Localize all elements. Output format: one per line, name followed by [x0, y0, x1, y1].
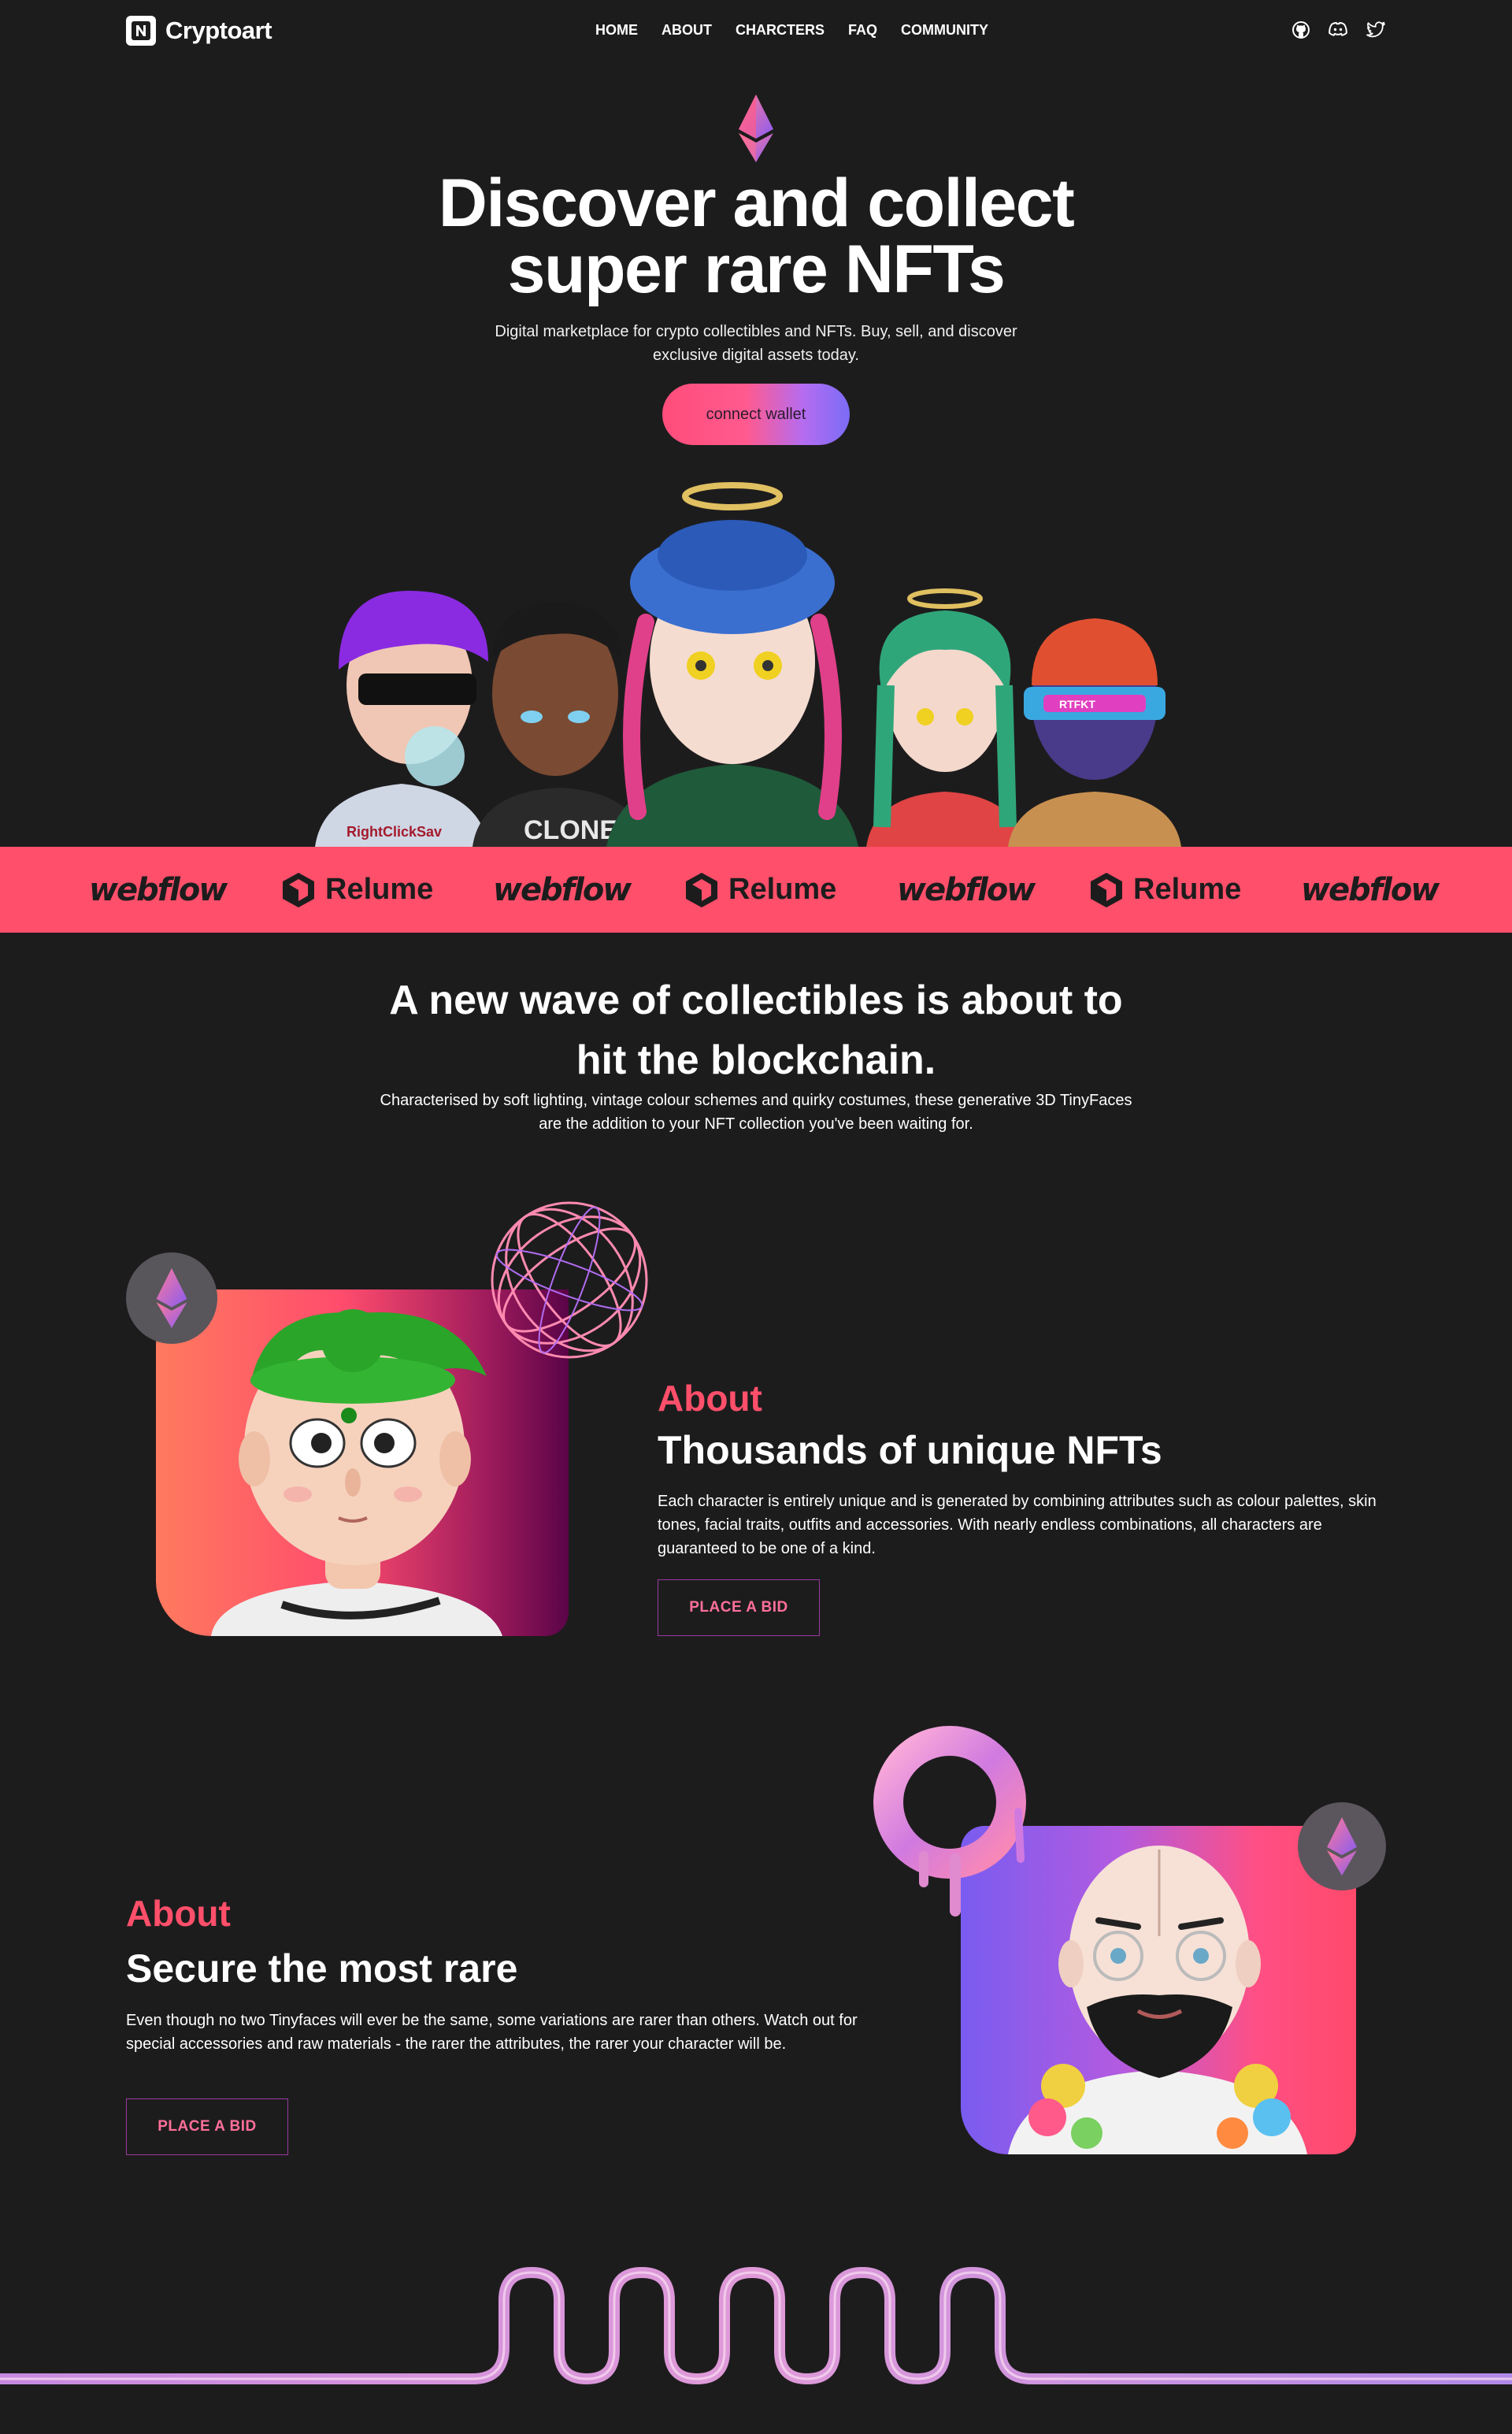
- webflow-logo: webflow: [493, 871, 632, 908]
- wireframe-sphere-decoration: [488, 1199, 650, 1365]
- section-title-line2: hit the blockchain.: [576, 1037, 936, 1083]
- feature1-title: Thousands of unique NFTs: [658, 1428, 1162, 1472]
- section-title: A new wave of collectibles is about to h…: [0, 970, 1512, 1090]
- character-visor-helmet: RTFKT: [1008, 618, 1181, 847]
- character-purple-hair: RightClickSav: [315, 591, 488, 847]
- character-green-hair: [866, 588, 1024, 847]
- feature1-kicker: About: [658, 1378, 762, 1419]
- hero-characters-image: RightClickSav CLONE RTFKT: [307, 480, 1213, 847]
- relume-text: Relume: [1133, 873, 1242, 906]
- relume-logo: Relume: [684, 847, 836, 933]
- cube-icon: [283, 872, 314, 907]
- section-title-line1: A new wave of collectibles is about to: [389, 978, 1123, 1023]
- character-blue-hat: [606, 482, 858, 847]
- webflow-logo: webflow: [89, 871, 228, 908]
- ethereum-icon: [1298, 1802, 1386, 1890]
- partner-logos-band: webflow Relume webflow Relume webflow Re…: [0, 847, 1512, 933]
- nav-link-community[interactable]: COMMUNITY: [901, 22, 988, 39]
- hero-title-line2: super rare NFTs: [507, 232, 1006, 307]
- squiggle-tube-decoration: [0, 2261, 1512, 2406]
- brand-logo[interactable]: Cryptoart: [126, 16, 272, 46]
- section-subtitle: Characterised by soft lighting, vintage …: [380, 1092, 1132, 1133]
- github-icon[interactable]: [1292, 20, 1310, 39]
- hero-title-line1: Discover and collect: [438, 165, 1075, 241]
- place-bid-button[interactable]: PLACE A BID: [658, 1579, 820, 1636]
- feature2-kicker: About: [126, 1893, 231, 1934]
- connect-wallet-button[interactable]: connect wallet: [662, 384, 850, 445]
- svg-text:CLONE: CLONE: [524, 815, 617, 845]
- place-bid-button[interactable]: PLACE A BID: [126, 2098, 288, 2155]
- nav-links: HOME ABOUT CHARCTERS FAQ COMMUNITY: [595, 22, 988, 39]
- twitter-icon[interactable]: [1366, 20, 1386, 39]
- top-nav: Cryptoart HOME ABOUT CHARCTERS FAQ COMMU…: [0, 0, 1512, 63]
- logo-mark-icon: [126, 16, 156, 46]
- nav-link-about[interactable]: ABOUT: [662, 22, 712, 39]
- ethereum-icon: [739, 95, 773, 166]
- social-icons: [1292, 20, 1386, 39]
- webflow-logo: webflow: [897, 871, 1036, 908]
- hero-title: Discover and collect super rare NFTs: [0, 169, 1512, 303]
- dripping-donut-decoration: [873, 1725, 1030, 1934]
- webflow-logo: webflow: [1301, 871, 1440, 908]
- feature2-body: Even though no two Tinyfaces will ever b…: [126, 2012, 858, 2053]
- relume-logo: Relume: [281, 847, 433, 933]
- relume-text: Relume: [325, 873, 434, 906]
- hero-subtitle: Digital marketplace for crypto collectib…: [495, 323, 1017, 364]
- nav-link-faq[interactable]: FAQ: [848, 22, 877, 39]
- relume-logo: Relume: [1089, 847, 1241, 933]
- nav-link-home[interactable]: HOME: [595, 22, 638, 39]
- nav-link-characters[interactable]: CHARCTERS: [736, 22, 825, 39]
- feature1-body: Each character is entirely unique and is…: [658, 1493, 1377, 1557]
- relume-text: Relume: [728, 873, 837, 906]
- ethereum-icon: [126, 1252, 217, 1344]
- brand-name: Cryptoart: [165, 17, 272, 44]
- svg-text:RightClickSav: RightClickSav: [346, 824, 442, 840]
- discord-icon[interactable]: [1328, 20, 1348, 39]
- cube-icon: [686, 872, 717, 907]
- cube-icon: [1091, 872, 1122, 907]
- svg-text:RTFKT: RTFKT: [1059, 698, 1095, 711]
- character-dark-skin: CLONE: [472, 603, 646, 847]
- feature2-title: Secure the most rare: [126, 1946, 518, 1991]
